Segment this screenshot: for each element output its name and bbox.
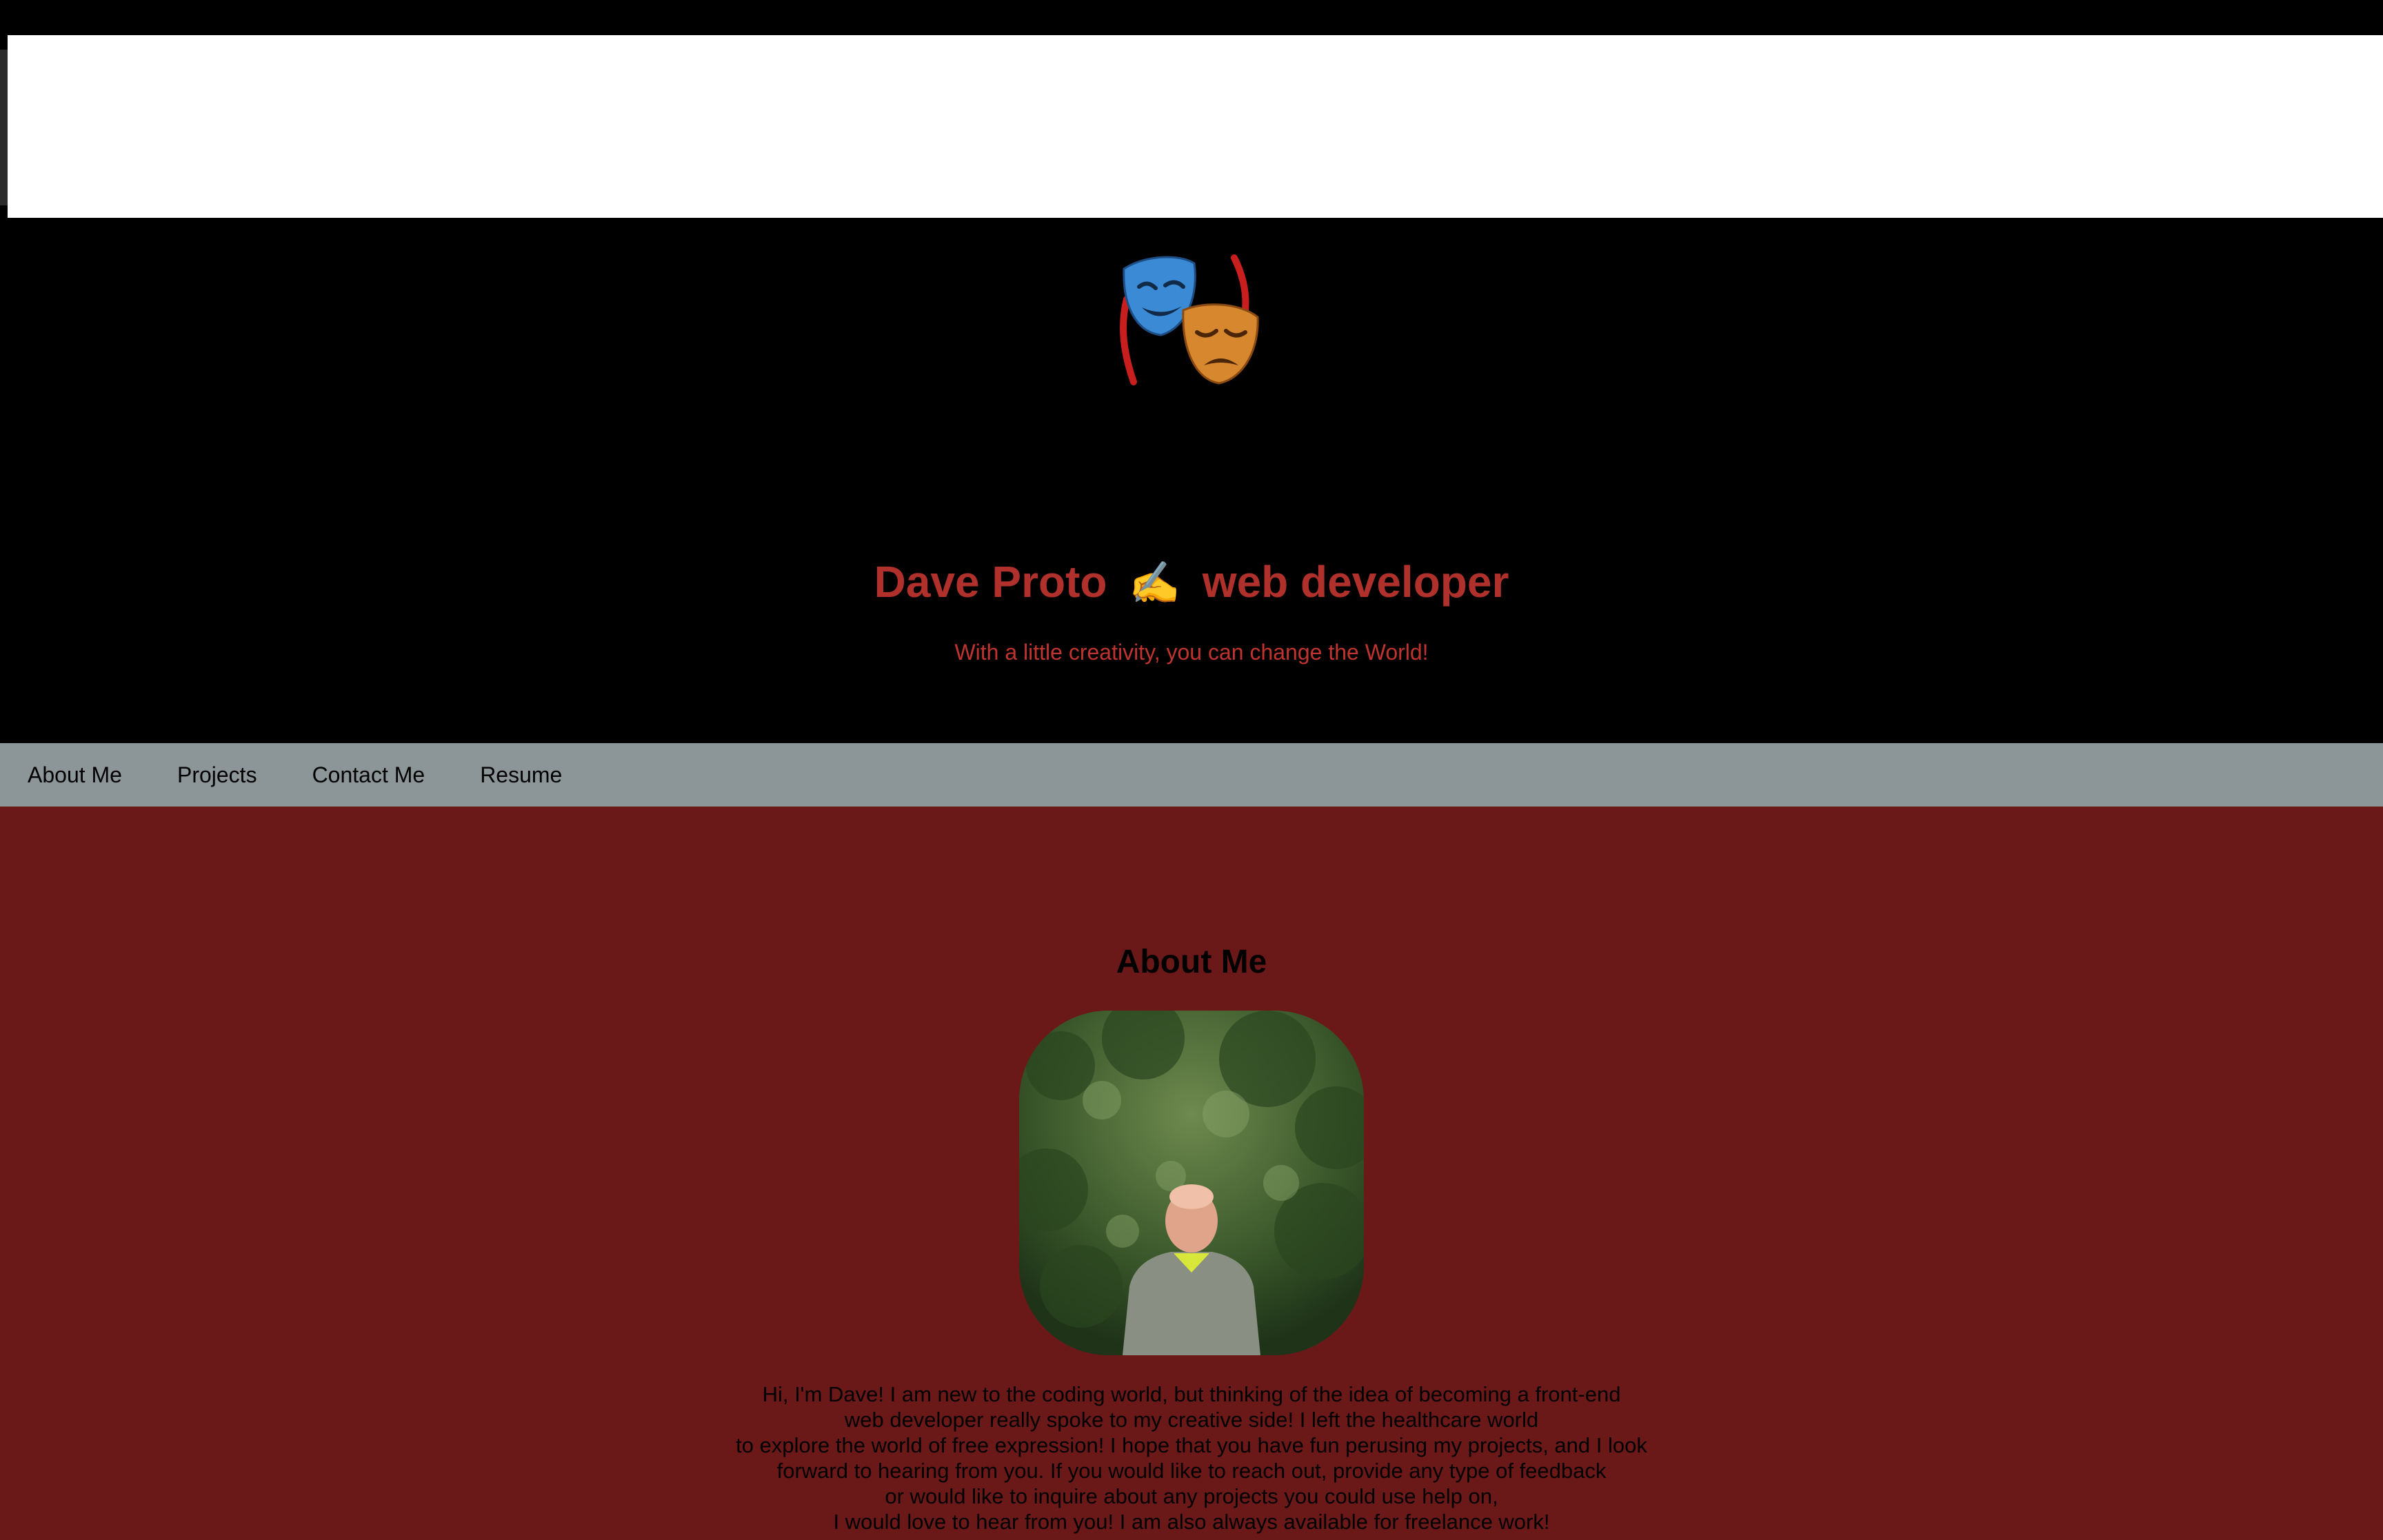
nav-item-projects[interactable]: Projects (150, 743, 285, 807)
site-title-role: web developer (1202, 557, 1509, 607)
top-banner-blank (8, 35, 2383, 218)
bio-line: forward to hearing from you. If you woul… (776, 1459, 1607, 1483)
bio-line: I would love to hear from you! I am also… (833, 1510, 1550, 1534)
bio-line: web developer really spoke to my creativ… (844, 1408, 1539, 1432)
avatar (1019, 1011, 1364, 1355)
bio-line: or would like to inquire about any proje… (885, 1484, 1498, 1508)
site-tagline: With a little creativity, you can change… (954, 640, 1429, 665)
nav-item-contact-me[interactable]: Contact Me (285, 743, 453, 807)
page: Dave Proto ✍ web developer With a little… (0, 0, 2383, 1540)
bio-line: Hi, I'm Dave! I am new to the coding wor… (762, 1382, 1621, 1406)
about-bio: Hi, I'm Dave! I am new to the coding wor… (0, 1381, 2383, 1534)
nav-item-about-me[interactable]: About Me (0, 743, 150, 807)
about-section: About Me Hi, I'm Dave! I am new to the c… (0, 807, 2383, 1540)
writing-hand-icon: ✍ (1129, 560, 1180, 606)
site-header: Dave Proto ✍ web developer With a little… (0, 218, 2383, 743)
bio-line: to explore the world of free expression!… (736, 1433, 1647, 1457)
site-title: Dave Proto ✍ web developer (0, 554, 2383, 611)
about-heading: About Me (1116, 944, 1267, 980)
theater-masks-icon (1117, 251, 1266, 396)
browser-edge (0, 50, 8, 205)
site-title-name: Dave Proto (874, 557, 1107, 607)
nav-item-resume[interactable]: Resume (452, 743, 590, 807)
main-nav: About Me Projects Contact Me Resume (0, 743, 2383, 807)
